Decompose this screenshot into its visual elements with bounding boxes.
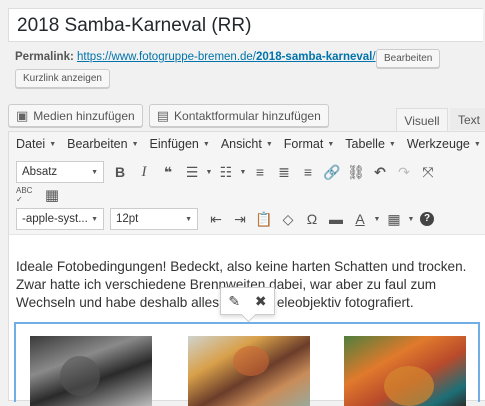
menu-format[interactable]: Format ▼ [284, 137, 335, 151]
gallery-image[interactable] [30, 336, 152, 406]
permalink-link[interactable]: https://www.fotogruppe-bremen.de/2018-sa… [77, 51, 376, 63]
align-right-icon[interactable]: ≡ [296, 164, 320, 180]
fullscreen-icon[interactable]: ⤧ [416, 164, 440, 181]
edit-icon[interactable]: ✎ [228, 293, 240, 310]
toolbar-row-2: ABC ✓ ▦ [16, 186, 64, 204]
chevron-down-icon: ▼ [185, 215, 192, 223]
chevron-down-icon: ▼ [473, 140, 481, 148]
chevron-down-icon[interactable]: ▼ [238, 169, 248, 176]
font-family-select[interactable]: -apple-syst... ▼ [16, 208, 104, 230]
contact-form-button[interactable]: ▤ Kontaktformular hinzufügen [148, 104, 329, 127]
menu-label: Bearbeiten [67, 137, 128, 151]
indent-increase-icon[interactable]: ⇥ [228, 211, 252, 228]
font-size-select[interactable]: 12pt ▼ [110, 208, 198, 230]
toolbar-row-3: -apple-syst... ▼ 12pt ▼ ⇤ ⇥ 📋 ◇ Ω ▬ A ▼ … [16, 208, 434, 230]
menu-label: Werkzeuge [406, 137, 470, 151]
gallery-image[interactable] [344, 336, 466, 406]
chevron-down-icon[interactable]: ▼ [204, 169, 214, 176]
chevron-down-icon: ▼ [388, 140, 396, 148]
add-media-label: Medien hinzufügen [33, 108, 135, 123]
toolbar-toggle-icon[interactable]: ▦ [40, 186, 64, 204]
paragraph-fragment: Wechseln und habe deshalb alles [16, 295, 223, 310]
paste-text-icon[interactable]: 📋 [252, 211, 276, 228]
chevron-down-icon: ▼ [202, 140, 210, 148]
align-center-icon[interactable]: ≣ [272, 164, 296, 181]
toolbar-row-1: Absatz ▼ B I ❝ ☰ ▼ ☷ ▼ ≡ ≣ ≡ 🔗 ⛓ ↶ ↷ ⤧ [16, 161, 440, 183]
bullet-list-icon[interactable]: ☰ [180, 164, 204, 181]
horizontal-rule-icon[interactable]: ▬ [324, 211, 348, 227]
chevron-down-icon[interactable]: ▼ [372, 216, 382, 223]
menu-tabelle[interactable]: Tabelle ▼ [345, 137, 396, 151]
undo-icon[interactable]: ↶ [368, 164, 392, 181]
permalink-slug: 2018-samba-karneval [256, 51, 373, 63]
paragraph-fragment: eleobjektiv fotografiert. [276, 295, 414, 310]
menu-label: Ansicht [220, 137, 262, 151]
format-select-value: Absatz [22, 166, 58, 178]
menu-bearbeiten[interactable]: Bearbeiten ▼ [67, 137, 138, 151]
link-icon[interactable]: 🔗 [320, 164, 344, 181]
menu-werkzeuge[interactable]: Werkzeuge ▼ [407, 137, 481, 151]
gallery-toolbar-popup: ✎ ✖ [220, 287, 275, 315]
gallery-image[interactable] [188, 336, 310, 406]
menu-label: Einfügen [149, 137, 199, 151]
media-icon: ▣ [16, 107, 29, 123]
text-color-button[interactable]: A [348, 211, 372, 227]
chevron-down-icon: ▼ [91, 168, 98, 176]
chevron-down-icon: ▼ [131, 140, 139, 148]
permalink-label: Permalink: [15, 51, 74, 63]
paragraph-line: Ideale Fotobedingungen! Bedeckt, also ke… [16, 259, 467, 274]
numbered-list-icon[interactable]: ☷ [214, 164, 238, 181]
permalink-base: https://www.fotogruppe-bremen.de/ [77, 51, 257, 63]
spellcheck-label: ABC [16, 186, 33, 195]
clear-formatting-icon[interactable]: ◇ [276, 211, 300, 228]
menu-label: Tabelle [345, 137, 385, 151]
close-icon[interactable]: ✖ [255, 293, 267, 310]
menu-datei[interactable]: Datei ▼ [16, 137, 56, 151]
unlink-icon[interactable]: ⛓ [344, 164, 368, 181]
menu-label: Format [283, 137, 324, 151]
chevron-down-icon: ▼ [91, 215, 98, 223]
tab-visual[interactable]: Visuell [396, 108, 448, 131]
font-family-value: -apple-syst... [22, 213, 88, 225]
menu-label: Datei [16, 137, 46, 151]
align-left-icon[interactable]: ≡ [248, 164, 272, 180]
form-icon: ▤ [156, 107, 170, 123]
permalink-edit-button[interactable]: Bearbeiten [376, 49, 441, 68]
media-buttons: ▣ Medien hinzufügen ▤ Kontaktformular hi… [8, 104, 329, 127]
editor-menubar: Datei ▼ Bearbeiten ▼ Einfügen ▼ Ansicht ▼ Fo… [16, 137, 481, 151]
redo-icon[interactable]: ↷ [392, 164, 416, 181]
menu-einfuegen[interactable]: Einfügen ▼ [150, 137, 210, 151]
blockquote-button[interactable]: ❝ [156, 164, 180, 181]
help-button[interactable]: ? [420, 212, 434, 226]
table-icon[interactable]: ▦ [382, 211, 406, 228]
format-select[interactable]: Absatz ▼ [16, 161, 104, 183]
indent-decrease-icon[interactable]: ⇤ [204, 211, 228, 228]
chevron-down-icon: ▼ [49, 140, 57, 148]
bold-button[interactable]: B [108, 164, 132, 180]
permalink-row: Permalink: https://www.fotogruppe-bremen… [15, 51, 376, 63]
shortlink-button[interactable]: Kurzlink anzeigen [15, 69, 110, 88]
special-char-button[interactable]: Ω [300, 211, 324, 227]
chevron-down-icon: ▼ [327, 140, 335, 148]
add-media-button[interactable]: ▣ Medien hinzufügen [8, 104, 143, 127]
chevron-down-icon[interactable]: ▼ [406, 216, 416, 223]
post-title-input[interactable]: 2018 Samba-Karneval (RR) [8, 8, 483, 42]
contact-form-label: Kontaktformular hinzufügen [174, 108, 321, 123]
image-gallery[interactable] [14, 322, 480, 406]
chevron-down-icon: ▼ [265, 140, 273, 148]
font-size-value: 12pt [116, 213, 139, 225]
italic-button[interactable]: I [132, 164, 156, 181]
spellcheck-button[interactable]: ABC ✓ [16, 186, 34, 204]
menu-ansicht[interactable]: Ansicht ▼ [221, 137, 273, 151]
tab-text[interactable]: Text [450, 108, 485, 130]
